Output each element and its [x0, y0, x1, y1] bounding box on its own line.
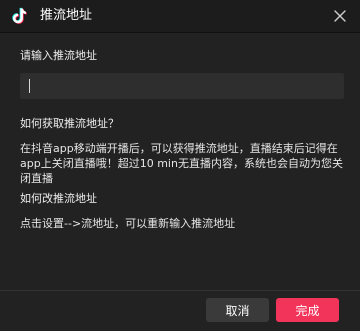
stream-address-input[interactable]: [20, 73, 344, 99]
help-question-get-address: 如何获取推流地址？: [20, 117, 119, 130]
help-question-change-address: 如何改推流地址: [20, 192, 97, 205]
help-answer-change-address: 点击设置-->流地址，可以重新输入推流地址: [20, 217, 236, 230]
stream-address-dialog: 推流地址 请输入推流地址 如何获取推流地址？ 在抖音app移动端开播后，可以获得…: [0, 0, 360, 330]
done-button[interactable]: 完成: [276, 298, 339, 322]
dialog-content: 请输入推流地址 如何获取推流地址？ 在抖音app移动端开播后，可以获得推流地址，…: [20, 45, 345, 231]
help-answer-get-address: 在抖音app移动端开播后，可以获得推流地址，直播结束后记得在app上关闭直播哦！…: [20, 142, 343, 185]
tiktok-logo-icon: [12, 7, 27, 24]
dialog-title: 推流地址: [40, 8, 93, 23]
address-label: 请输入推流地址: [20, 49, 97, 62]
cancel-button[interactable]: 取消: [206, 298, 269, 322]
title-bar: 推流地址: [0, 0, 360, 33]
dialog-footer: 取消 完成: [0, 290, 360, 331]
close-icon[interactable]: [332, 8, 348, 24]
text-caret: [29, 79, 30, 93]
